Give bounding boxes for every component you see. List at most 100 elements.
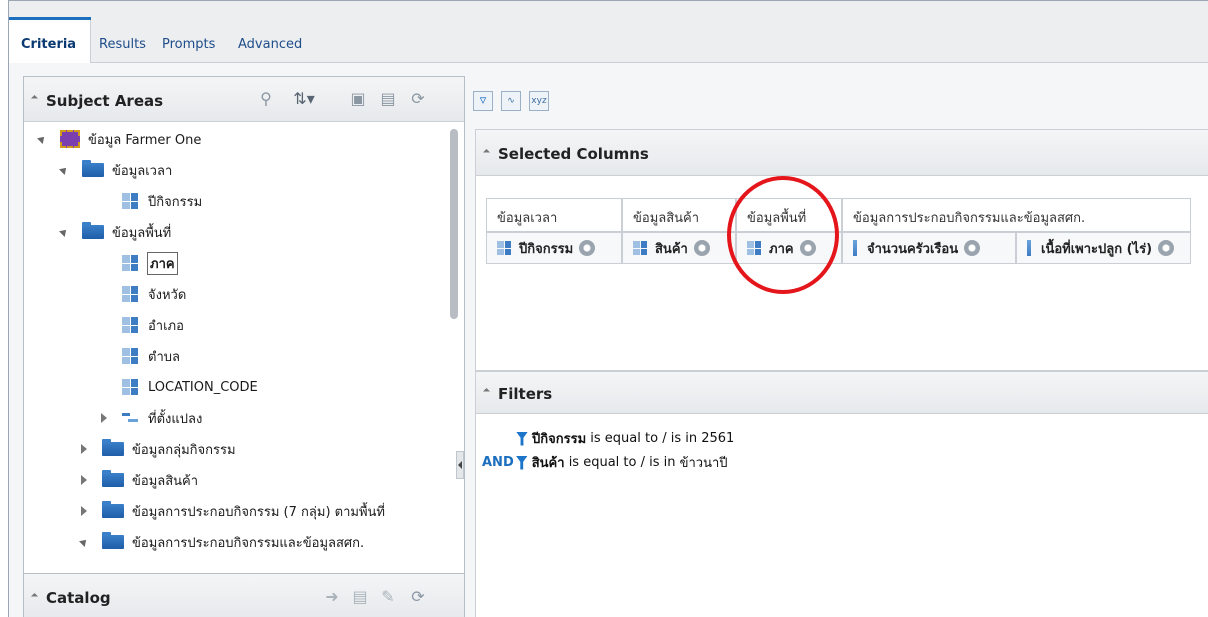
measure-icon xyxy=(1027,240,1031,256)
column-icon xyxy=(122,286,138,302)
highlight-circle-annotation xyxy=(727,176,839,294)
folder-icon xyxy=(82,222,104,239)
tree-item-folder[interactable]: ข้อมูลการประกอบกิจกรรมและข้อมูลสศก. xyxy=(78,530,364,554)
copy-icon[interactable]: ▤ xyxy=(350,587,370,607)
column-icon xyxy=(122,379,138,395)
filter-value: 2561 xyxy=(701,431,735,446)
tree-item-column[interactable]: อำเภอ xyxy=(122,313,184,337)
filter-column: ปีกิจกรรม xyxy=(532,432,587,447)
xyz-icon[interactable]: xyz xyxy=(529,91,549,111)
tree-scrollbar[interactable] xyxy=(450,129,458,319)
filters-title: Filters xyxy=(498,385,553,403)
tab-criteria[interactable]: Criteria xyxy=(21,37,76,52)
selected-column-item[interactable]: เนื้อที่เพาะปลูก (ไร่) xyxy=(1016,232,1191,264)
tab-prompts[interactable]: Prompts xyxy=(162,37,215,52)
tab-advanced[interactable]: Advanced xyxy=(238,37,302,52)
folder-icon xyxy=(82,160,104,177)
tree-item-time-folder[interactable]: ข้อมูลเวลา xyxy=(58,158,172,182)
tree-item-area-folder[interactable]: ข้อมูลพื้นที่ xyxy=(58,220,171,244)
expand-toggle-icon[interactable] xyxy=(98,412,110,424)
tree-item-label: ข้อมูลกลุ่มกิจกรรม xyxy=(132,442,236,458)
collapse-triangle-icon[interactable] xyxy=(482,148,491,157)
expand-toggle-icon[interactable] xyxy=(78,443,90,455)
selected-column-item[interactable]: ปีกิจกรรม xyxy=(486,232,622,264)
chart-icon[interactable]: ∿ xyxy=(501,91,521,111)
expand-toggle-icon[interactable] xyxy=(78,536,90,548)
filter-icon[interactable]: ▿ xyxy=(473,91,493,111)
expand-toggle-icon[interactable] xyxy=(58,164,70,176)
tree-item-column[interactable]: จังหวัด xyxy=(122,282,186,306)
filter-row[interactable]: AND สินค้า is equal to / is in ข้าวนาปี xyxy=(482,452,728,473)
folder-icon xyxy=(102,470,124,487)
tree-item-column[interactable]: ปีกิจกรรม xyxy=(122,189,202,213)
selected-column-label: สินค้า xyxy=(655,241,688,257)
filter-operator: is equal to / is in xyxy=(586,431,702,446)
filter-row[interactable]: ปีกิจกรรม is equal to / is in 2561 xyxy=(516,428,734,449)
sort-icon[interactable]: ⇅▾ xyxy=(286,89,322,109)
tree-item-subject-area[interactable]: ข้อมูล Farmer One xyxy=(36,127,201,151)
panel-splitter-handle[interactable] xyxy=(456,451,464,479)
tree-item-label: LOCATION_CODE xyxy=(148,379,258,395)
gear-icon[interactable] xyxy=(693,240,710,256)
selected-columns-header: Selected Columns xyxy=(476,130,1208,176)
selected-column-item[interactable]: จำนวนครัวเรือน xyxy=(842,232,1016,264)
tree-item-hierarchy[interactable]: ที่ตั้งแปลง xyxy=(98,406,202,430)
subject-area-icon xyxy=(60,130,80,148)
tree-item-label: ข้อมูลสินค้า xyxy=(132,473,199,489)
arrow-right-icon[interactable]: ➜ xyxy=(322,587,342,607)
gear-icon[interactable] xyxy=(964,240,981,256)
tree-item-folder[interactable]: ข้อมูลกลุ่มกิจกรรม xyxy=(78,437,236,461)
column-icon xyxy=(497,241,511,255)
selected-columns-panel: Selected Columns ข้อมูลเวลา ปีกิจกรรม ข้… xyxy=(475,129,1208,371)
tree-item-label: ข้อมูล Farmer One xyxy=(88,132,202,148)
hierarchy-icon xyxy=(122,411,140,425)
filter-and-operator[interactable]: AND xyxy=(482,455,514,470)
selected-column-item[interactable]: สินค้า xyxy=(622,232,736,264)
expand-toggle-icon[interactable] xyxy=(78,505,90,517)
subject-areas-header: Subject Areas ⚲ ⇅▾ ▣ ▤ ⟳ xyxy=(24,77,464,122)
selected-column-label: จำนวนครัวเรือน xyxy=(867,241,959,257)
filter-value: ข้าวนาปี xyxy=(679,456,728,471)
folder-icon xyxy=(102,439,124,456)
collapse-triangle-icon[interactable] xyxy=(30,592,39,601)
column-group-header: ข้อมูลสินค้า xyxy=(622,198,736,232)
collapse-triangle-icon[interactable] xyxy=(482,387,491,396)
subject-areas-title: Subject Areas xyxy=(46,92,164,110)
column-icon xyxy=(122,193,138,209)
collapse-triangle-icon[interactable] xyxy=(30,94,39,103)
tree-item-column[interactable]: LOCATION_CODE xyxy=(122,375,258,399)
gear-icon[interactable] xyxy=(579,240,596,256)
tree-item-folder[interactable]: ข้อมูลการประกอบกิจกรรม (7 กลุ่ม) ตามพื้น… xyxy=(78,499,385,523)
window-frame: Criteria Results Prompts Advanced Subjec… xyxy=(8,0,1208,617)
gear-icon[interactable] xyxy=(1158,240,1175,256)
catalog-header: Catalog ➜ ▤ ✎ ⟳ xyxy=(24,573,464,617)
selected-column-label: ปีกิจกรรม xyxy=(519,241,574,257)
tree-item-label: อำเภอ xyxy=(148,318,184,334)
expand-toggle-icon[interactable] xyxy=(58,226,70,238)
expand-toggle-icon[interactable] xyxy=(78,474,90,486)
search-icon[interactable]: ⚲ xyxy=(256,89,276,109)
pencil-icon[interactable]: ✎ xyxy=(378,587,398,607)
tree-item-column-selected[interactable]: ภาค xyxy=(122,251,178,275)
column-group-header: ข้อมูลเวลา xyxy=(486,198,622,232)
tree-item-label: ข้อมูลเวลา xyxy=(112,163,173,179)
remove-from-criteria-icon[interactable]: ▤ xyxy=(378,89,398,109)
tree-item-label: ที่ตั้งแปลง xyxy=(148,411,203,427)
catalog-title: Catalog xyxy=(46,589,111,607)
tab-bar: Criteria Results Prompts Advanced xyxy=(9,1,1208,63)
add-to-criteria-icon[interactable]: ▣ xyxy=(348,89,368,109)
tree-item-label: ข้อมูลการประกอบกิจกรรม (7 กลุ่ม) ตามพื้น… xyxy=(132,504,385,520)
column-group-header: ข้อมูลการประกอบกิจกรรมและข้อมูลสศก. xyxy=(842,198,1191,232)
column-icon xyxy=(122,348,138,364)
refresh-icon[interactable]: ⟳ xyxy=(408,89,428,109)
tree-item-label: จังหวัด xyxy=(148,287,187,303)
tab-results[interactable]: Results xyxy=(99,37,146,52)
refresh-icon[interactable]: ⟳ xyxy=(408,587,428,607)
tree-item-folder[interactable]: ข้อมูลสินค้า xyxy=(78,468,198,492)
tree-item-column[interactable]: ตำบล xyxy=(122,344,180,368)
tree-item-label: ปีกิจกรรม xyxy=(148,194,203,210)
column-icon xyxy=(122,317,138,333)
selected-column-label: เนื้อที่เพาะปลูก (ไร่) xyxy=(1041,241,1153,257)
expand-toggle-icon[interactable] xyxy=(36,133,48,145)
subject-areas-panel: Subject Areas ⚲ ⇅▾ ▣ ▤ ⟳ ข้อมูล Farmer O… xyxy=(23,76,465,617)
